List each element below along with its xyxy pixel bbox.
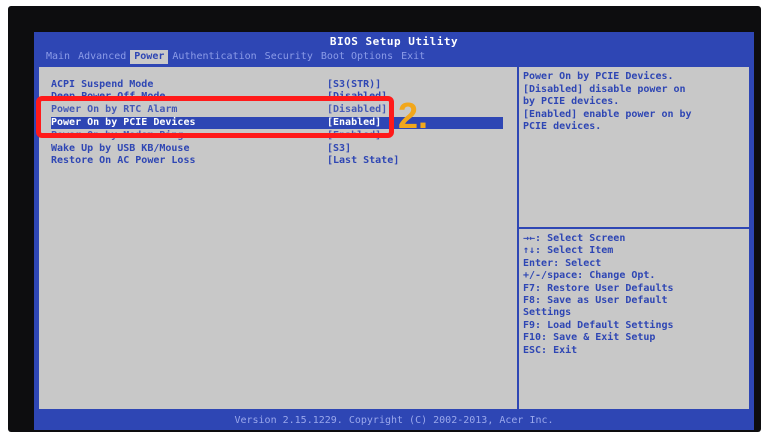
setting-label: Wake Up by USB KB/Mouse <box>51 143 190 154</box>
setting-value[interactable]: [Last State] <box>327 155 399 167</box>
key-esc-exit: ESC: Exit <box>523 344 578 356</box>
help-panel: Power On by PCIE Devices. [Disabled] dis… <box>517 67 751 409</box>
bios-screen: BIOS Setup Utility Main Advanced Power A… <box>34 32 754 430</box>
bios-title: BIOS Setup Utility <box>329 35 459 48</box>
key-f8-save-default: F8: Save as User Default <box>523 295 668 307</box>
annotation-highlight-box <box>36 96 394 138</box>
tab-exit[interactable]: Exit <box>397 50 429 64</box>
tab-power[interactable]: Power <box>130 50 169 64</box>
key-change-option: +/-/space: Change Opt. <box>523 270 656 282</box>
setting-wake-up-by-usb[interactable]: Wake Up by USB KB/Mouse [S3] <box>51 143 503 155</box>
key-f10-save-exit: F10: Save & Exit Setup <box>523 332 656 344</box>
tab-authentication[interactable]: Authentication <box>168 50 260 64</box>
setting-acpi-suspend-mode[interactable]: ACPI Suspend Mode [S3(STR)] <box>51 79 503 91</box>
key-enter-select: Enter: Select <box>523 257 602 269</box>
setting-restore-on-ac-power-loss[interactable]: Restore On AC Power Loss [Last State] <box>51 155 503 167</box>
setting-label: ACPI Suspend Mode <box>51 79 154 90</box>
tab-security[interactable]: Security <box>261 50 317 64</box>
key-select-screen: →←: Select Screen <box>523 233 626 244</box>
item-help-text: Power On by PCIE Devices. [Disabled] dis… <box>523 71 692 132</box>
key-f9-load-defaults: F9: Load Default Settings <box>523 319 674 331</box>
key-legend: →←: Select Screen ↑↓: Select Item Enter:… <box>523 233 747 357</box>
key-f7-restore: F7: Restore User Defaults <box>523 282 674 294</box>
setting-label: Restore On AC Power Loss <box>51 155 196 166</box>
key-select-item: ↑↓: Select Item <box>523 245 614 257</box>
setting-value[interactable]: [S3] <box>327 143 351 155</box>
tab-boot-options[interactable]: Boot Options <box>317 50 397 64</box>
tab-advanced[interactable]: Advanced <box>74 50 130 64</box>
annotation-step-label: 2. <box>398 95 429 136</box>
bios-titlebar: BIOS Setup Utility Main Advanced Power A… <box>34 32 754 66</box>
key-f8-settings: Settings <box>523 307 572 319</box>
monitor-bezel: BIOS Setup Utility Main Advanced Power A… <box>8 6 761 432</box>
bios-tab-bar: Main Advanced Power Authentication Secur… <box>42 50 429 64</box>
help-divider <box>519 227 751 229</box>
tab-main[interactable]: Main <box>42 50 74 64</box>
setting-value[interactable]: [S3(STR)] <box>327 79 381 91</box>
bios-version-footer: Version 2.15.1229. Copyright (C) 2002-20… <box>34 411 754 430</box>
